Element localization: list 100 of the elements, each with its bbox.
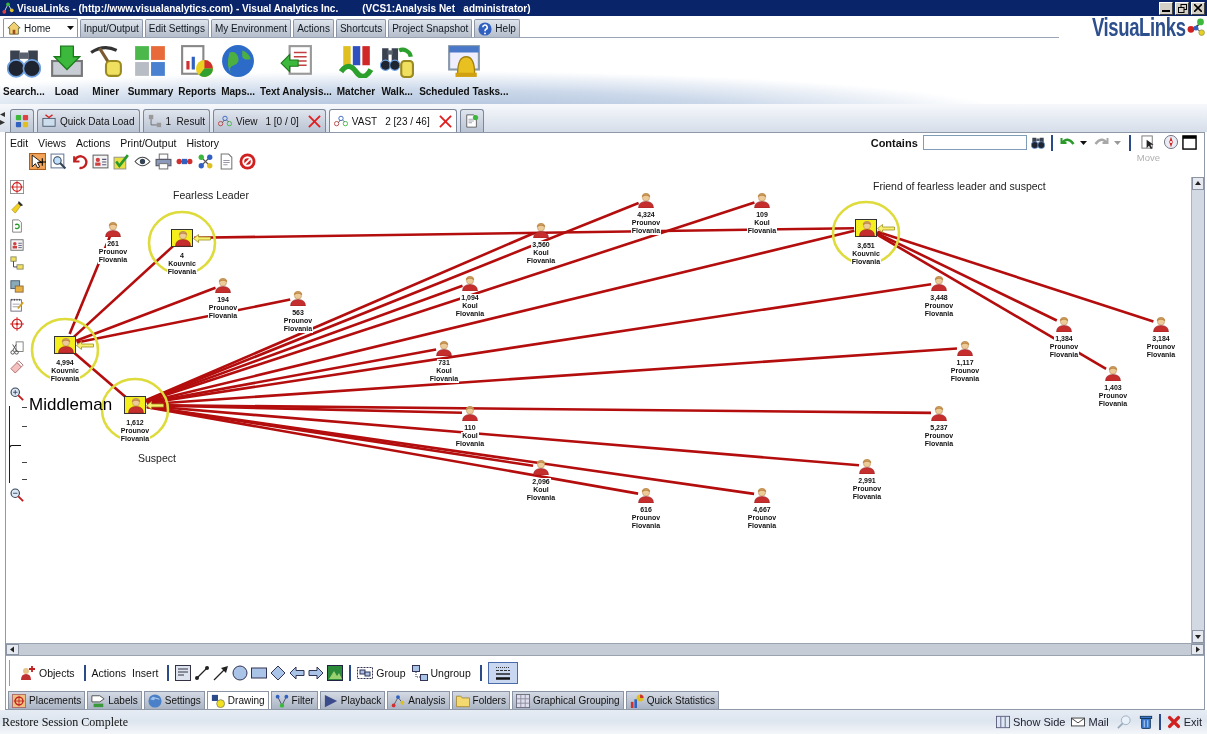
checkmark-icon[interactable]	[113, 153, 130, 170]
binoculars-icon[interactable]	[1030, 135, 1045, 149]
target-icon[interactable]	[10, 180, 24, 194]
circle-icon[interactable]	[232, 664, 249, 681]
panel-tab[interactable]: Settings	[143, 691, 205, 709]
caret-icon[interactable]	[1079, 141, 1087, 145]
status-button[interactable]: Mail	[1071, 715, 1109, 729]
panel-tab[interactable]: Playback	[319, 691, 386, 709]
zoom-out-icon[interactable]	[10, 488, 24, 502]
panel-tab[interactable]: Analysis	[387, 691, 450, 709]
panel-tab[interactable]: Graphical Grouping	[511, 691, 624, 709]
menu-tab[interactable]: Input/Output	[79, 19, 143, 37]
ribbon-button[interactable]: Search...	[3, 43, 45, 101]
undo-arrow-icon[interactable]	[71, 153, 88, 170]
document-tab[interactable]	[459, 109, 484, 132]
zoom-in-icon[interactable]	[10, 387, 24, 401]
menu-tab[interactable]: Home	[3, 18, 78, 37]
document-icon[interactable]	[218, 153, 235, 170]
close-icon[interactable]	[438, 114, 452, 128]
text-box-icon[interactable]	[175, 664, 192, 681]
horizontal-scrollbar[interactable]	[6, 643, 1204, 656]
slider-thumb[interactable]	[8, 444, 21, 450]
picture-icon[interactable]	[327, 664, 344, 681]
pointer-icon[interactable]	[29, 153, 46, 170]
panel-tab[interactable]: Drawing	[206, 691, 269, 709]
minimize-button[interactable]	[1159, 1, 1173, 15]
scroll-left-icon[interactable]	[6, 644, 19, 655]
ribbon-button[interactable]: Matcher	[336, 43, 376, 101]
right-arrow-icon[interactable]	[308, 664, 325, 681]
brush-icon[interactable]	[10, 200, 24, 214]
scissors-icon[interactable]	[10, 341, 24, 355]
no-sign-icon[interactable]	[239, 153, 256, 170]
magnifier-page-icon[interactable]	[50, 153, 67, 170]
left-arrow-icon[interactable]	[289, 664, 306, 681]
document-tab[interactable]: VAST 2 [23 / 46]	[328, 109, 457, 132]
document-tab[interactable]	[10, 109, 34, 132]
scroll-down-icon[interactable]	[1192, 630, 1204, 643]
toolbar-menu[interactable]: Insert	[132, 666, 159, 679]
menu-item[interactable]: Edit	[10, 137, 29, 151]
close-button[interactable]	[1191, 1, 1205, 15]
ribbon-button[interactable]: Walk...	[380, 43, 415, 101]
menu-item[interactable]: Print/Output	[120, 137, 177, 151]
eraser-icon[interactable]	[10, 359, 24, 373]
document-tab[interactable]: Quick Data Load	[37, 109, 140, 132]
page-refresh-icon[interactable]	[10, 219, 24, 233]
crosshair-icon[interactable]	[10, 317, 24, 331]
diamond-icon[interactable]	[270, 664, 287, 681]
document-tab[interactable]: View 1 [0 / 0]	[212, 109, 326, 132]
tree-icon[interactable]	[10, 256, 24, 270]
menu-tab[interactable]: Actions	[293, 19, 334, 37]
database-icon[interactable]	[10, 279, 24, 293]
line-icon[interactable]	[194, 664, 211, 681]
ribbon-button[interactable]: Miner	[88, 43, 123, 101]
ribbon-button[interactable]: Summary	[127, 43, 174, 101]
rectangle-icon[interactable]	[251, 664, 268, 681]
menu-item[interactable]: Actions	[75, 137, 111, 151]
compass-icon[interactable]	[1164, 135, 1178, 149]
pickaxe-icon	[88, 44, 123, 78]
tab-scroll-icon[interactable]	[0, 111, 5, 125]
ribbon-button[interactable]: Load	[49, 43, 84, 101]
menu-item[interactable]: Views	[38, 137, 66, 151]
panel-tab[interactable]: Filter	[270, 691, 318, 709]
panel-tab[interactable]: Quick Statistics	[625, 691, 720, 709]
group-button[interactable]: Group	[357, 664, 406, 681]
panel-tab[interactable]: Placements	[8, 691, 86, 709]
menu-tab[interactable]: My Environment	[210, 19, 292, 37]
printer-icon[interactable]	[155, 153, 172, 170]
menu-tab[interactable]: Project Snapshot	[388, 19, 473, 37]
toolbar-menu[interactable]: Actions	[91, 666, 127, 679]
menu-tab[interactable]: Edit Settings	[144, 19, 209, 37]
menu-tab[interactable]: Shortcuts	[335, 19, 387, 37]
ungroup-button[interactable]: Ungroup	[411, 664, 471, 681]
restore-button[interactable]	[1175, 1, 1189, 15]
panel-tab[interactable]: Folders	[451, 691, 510, 709]
toolbar-menu[interactable]: Objects	[20, 664, 75, 681]
search-field[interactable]	[922, 135, 1027, 150]
ribbon-button[interactable]: Text Analysis...	[260, 43, 332, 101]
ribbon-button[interactable]: Scheduled Tasks...	[419, 43, 509, 101]
play-icon	[323, 693, 338, 708]
arrow-line-icon[interactable]	[213, 664, 230, 681]
id-card-icon[interactable]	[92, 153, 109, 170]
close-icon[interactable]	[307, 114, 321, 128]
id-card-icon[interactable]	[10, 238, 24, 252]
document-tab[interactable]: 1 Result	[142, 109, 210, 132]
ribbon-button[interactable]: Reports	[178, 43, 217, 101]
window-icon[interactable]	[1182, 135, 1197, 150]
notepad-icon[interactable]	[10, 298, 24, 312]
chart-icon	[629, 693, 644, 708]
status-button[interactable]: Exit	[1166, 715, 1202, 729]
status-button[interactable]: Show Side	[995, 715, 1066, 729]
ribbon-button[interactable]: Maps...	[221, 43, 256, 101]
line-style-button[interactable]	[487, 661, 518, 684]
panel-tab[interactable]: Labels	[87, 691, 142, 709]
menu-item[interactable]: History	[186, 137, 220, 151]
menu-tab[interactable]: Help	[474, 19, 520, 37]
network-icon[interactable]	[197, 153, 214, 170]
scroll-right-icon[interactable]	[1191, 644, 1204, 655]
vertical-scrollbar[interactable]	[1191, 177, 1204, 643]
trash-icon[interactable]	[1138, 715, 1153, 729]
scroll-up-icon[interactable]	[1192, 177, 1204, 190]
